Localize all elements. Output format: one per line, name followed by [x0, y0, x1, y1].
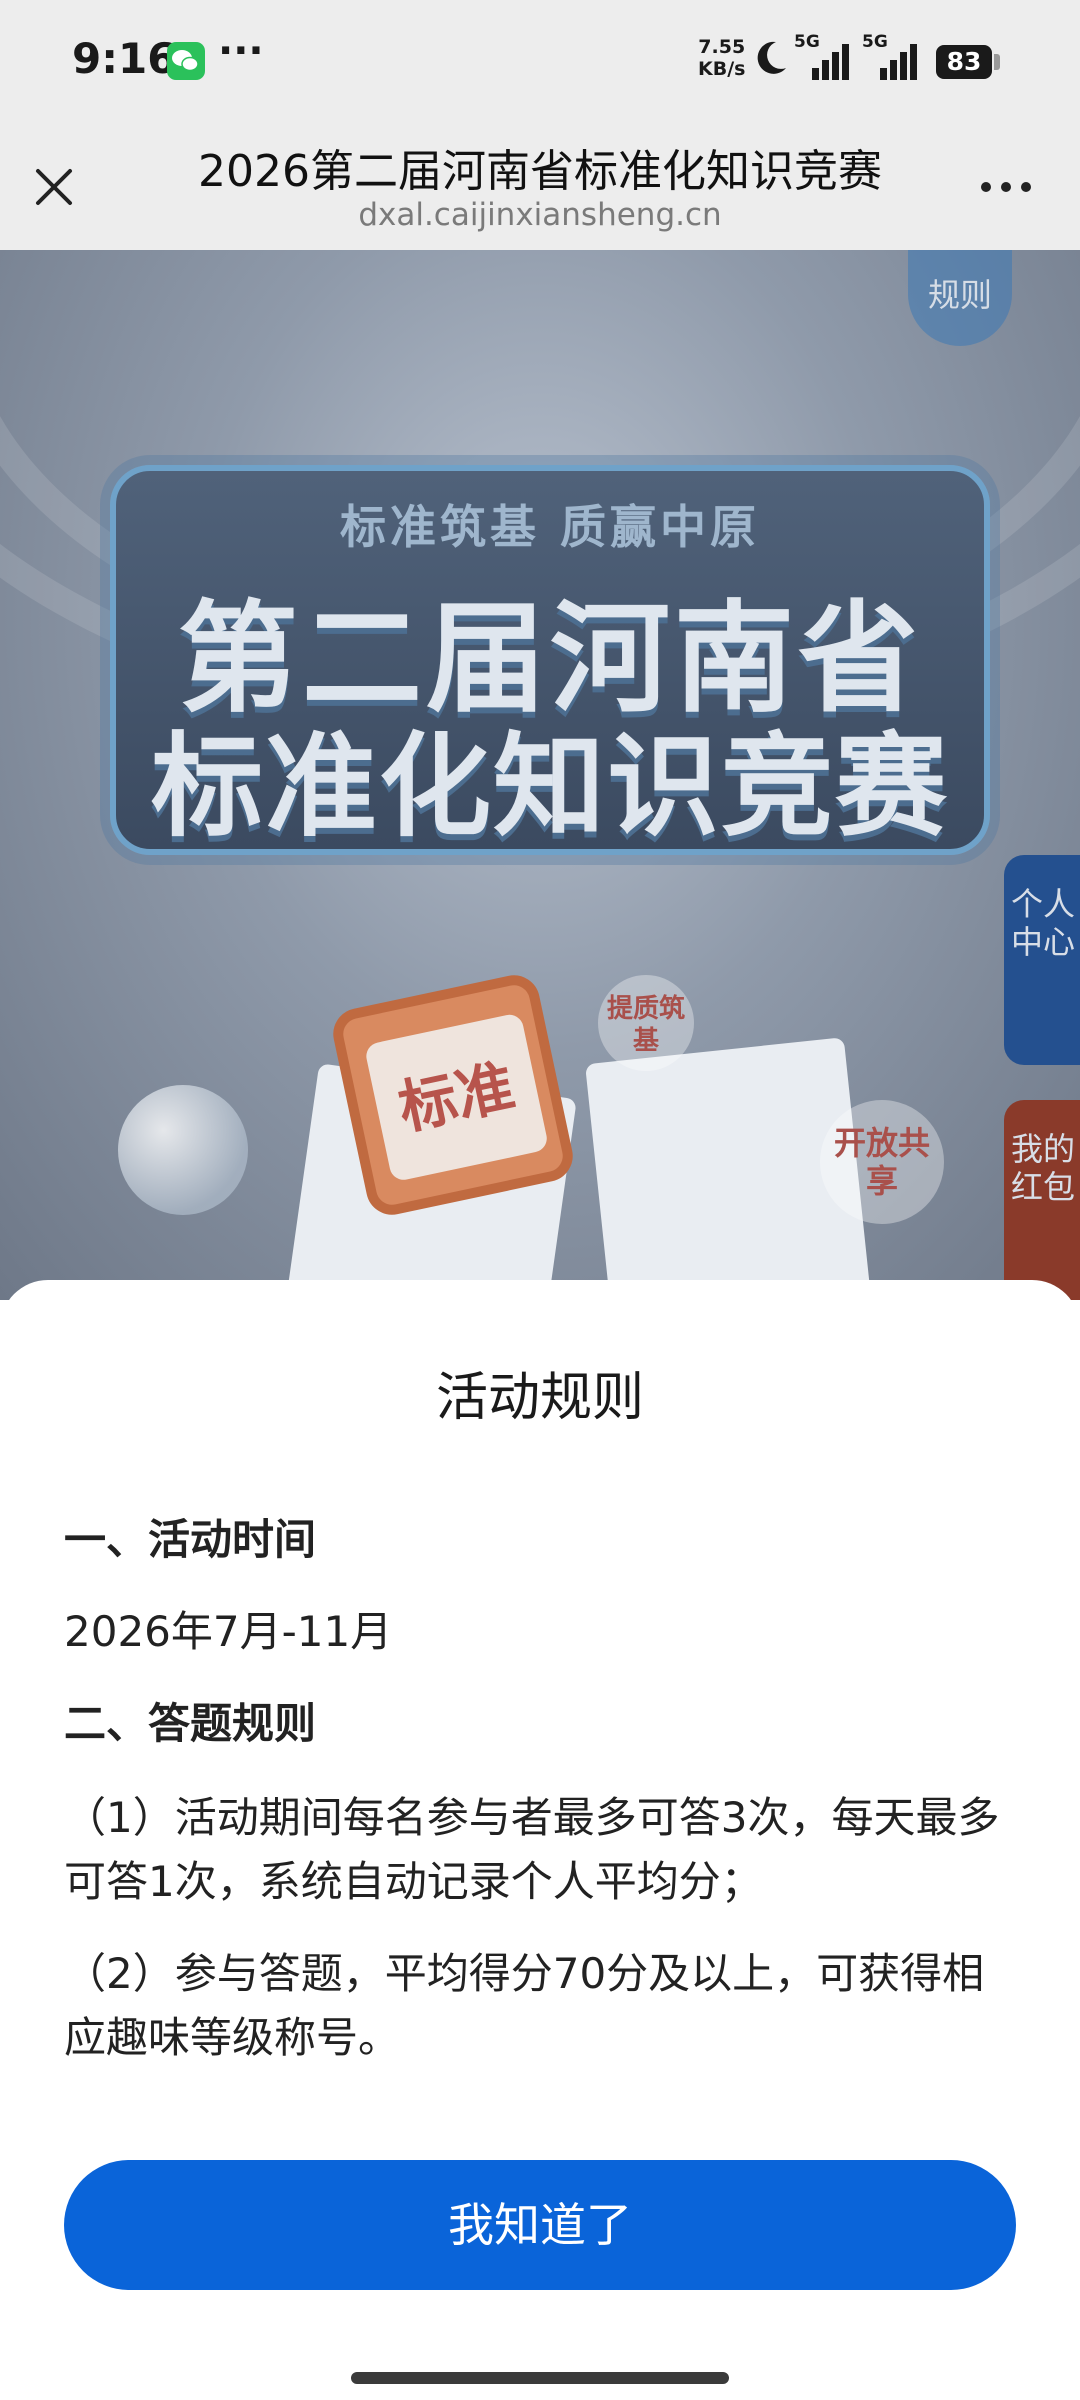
rules-bottom-sheet: 活动规则 一、活动时间 2026年7月-11月 二、答题规则 （1）活动期间每名…: [0, 1280, 1080, 2400]
standard-calendar-graphic: 标准: [328, 970, 578, 1220]
battery-level: 83: [936, 45, 992, 79]
rule-item-1: （1）活动期间每名参与者最多可答3次，每天最多可答1次，系统自动记录个人平均分；: [64, 1793, 1000, 1906]
net-speed-value: 7.55: [698, 36, 746, 58]
sim2-network-label: 5G: [862, 32, 888, 52]
more-options-icon[interactable]: [976, 177, 1036, 197]
close-icon[interactable]: [30, 163, 78, 211]
my-red-packet-tab[interactable]: 我的红包: [1004, 1100, 1080, 1300]
confirm-button[interactable]: 我知道了: [64, 2160, 1016, 2290]
wechat-icon: [167, 42, 205, 80]
banner-slogan: 标准筑基 质赢中原: [339, 500, 760, 554]
net-speed-unit: KB/s: [698, 58, 746, 80]
screen: 9:16 ··· 7.55 KB/s 5G 5G 83 2026第二届河南省标准…: [0, 0, 1080, 2400]
rules-body: 一、活动时间 2026年7月-11月 二、答题规则 （1）活动期间每名参与者最多…: [64, 1510, 1024, 2098]
badge-open-share: 开放共享: [820, 1100, 944, 1224]
page-background: 规则 标准筑基 质赢中原 第二届河南省 标准化知识竞赛 个人中心 我的红包 标准…: [0, 250, 1080, 1300]
section-heading-rules: 二、答题规则: [64, 1699, 317, 1748]
calendar-text: 标准: [363, 1012, 550, 1183]
signal-icon-sim2: 5G: [862, 32, 924, 88]
decor-sphere: [118, 1085, 248, 1215]
do-not-disturb-moon-icon: [752, 38, 788, 82]
status-more-dots: ···: [218, 28, 264, 74]
browser-header: 2026第二届河南省标准化知识竞赛 dxal.caijinxiansheng.c…: [0, 125, 1080, 250]
sim1-network-label: 5G: [794, 32, 820, 52]
activity-time-text: 2026年7月-11月: [64, 1607, 393, 1656]
signal-icon-sim1: 5G: [794, 32, 856, 88]
page-title: 2026第二届河南省标准化知识竞赛: [198, 146, 882, 197]
net-speed: 7.55 KB/s: [698, 36, 745, 80]
home-indicator[interactable]: [351, 2372, 729, 2384]
rule-item-2: （2）参与答题，平均得分70分及以上，可获得相应趣味等级称号。: [64, 1949, 985, 2062]
status-time: 9:16: [72, 34, 177, 83]
sheet-title: 活动规则: [435, 1368, 644, 1428]
badge-quality: 提质筑基: [598, 975, 694, 1071]
banner-title-line2: 标准化知识竞赛: [151, 722, 949, 852]
page-domain: dxal.caijinxiansheng.cn: [358, 197, 722, 233]
battery-cap: [994, 54, 1000, 70]
section-heading-time: 一、活动时间: [64, 1515, 317, 1564]
competition-banner: 标准筑基 质赢中原 第二届河南省 标准化知识竞赛: [110, 465, 990, 855]
status-bar: 9:16 ··· 7.55 KB/s 5G 5G 83: [0, 0, 1080, 125]
personal-center-tab[interactable]: 个人中心: [1004, 855, 1080, 1065]
